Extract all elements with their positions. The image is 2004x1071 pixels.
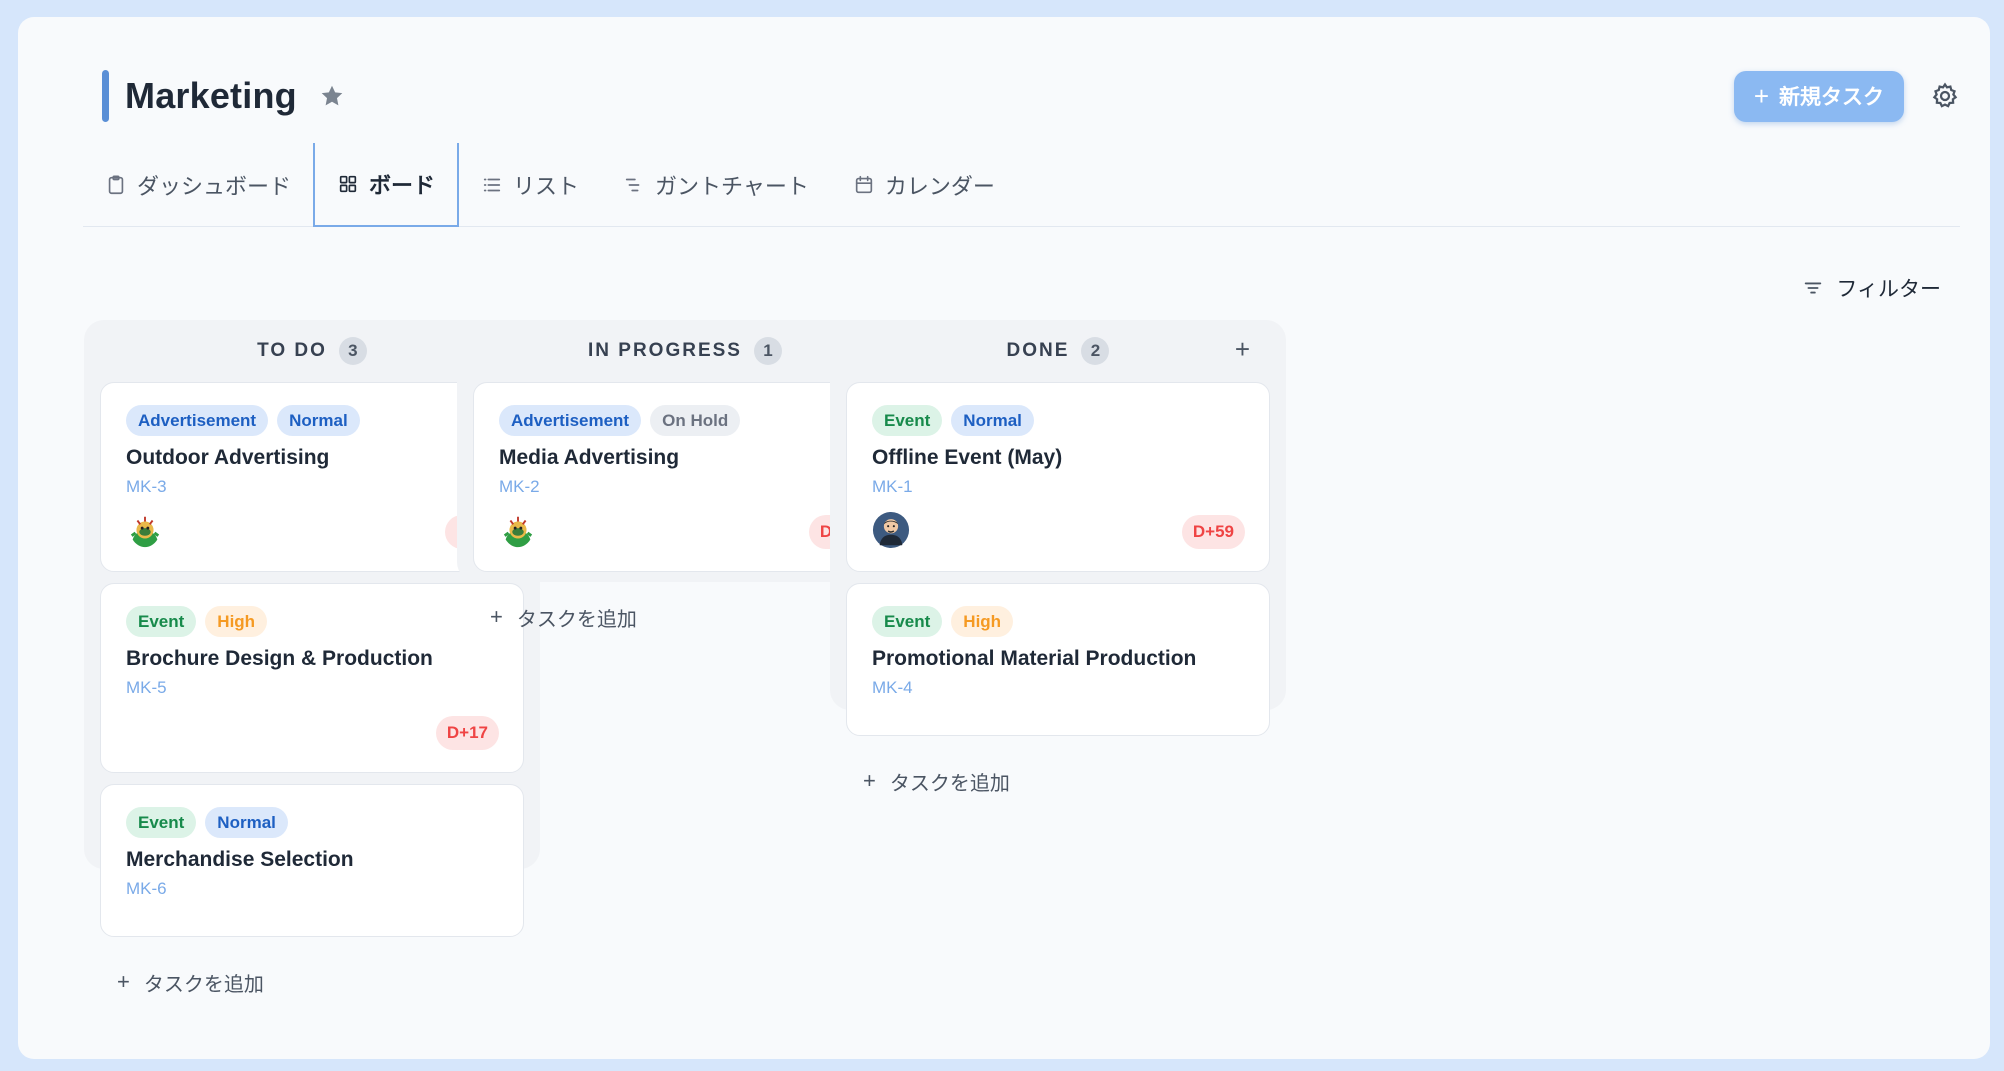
- tag-badge: Event: [126, 807, 197, 838]
- tab-calendar[interactable]: カレンダー: [831, 143, 1017, 226]
- tag-list: Event High: [872, 606, 1245, 637]
- tag-badge: High: [205, 606, 268, 637]
- filter-label: フィルター: [1836, 278, 1941, 301]
- tag-list: Event Normal: [872, 405, 1245, 436]
- list-icon: [483, 178, 501, 191]
- tag-badge: Event: [872, 405, 943, 436]
- column-title: TO DO: [257, 340, 327, 361]
- task-card[interactable]: Event Normal Merchandise Selection MK-6: [100, 784, 524, 937]
- column-add-button[interactable]: +: [1235, 334, 1252, 365]
- filter-icon: [1805, 282, 1822, 294]
- grid-icon: [339, 175, 357, 193]
- task-id: MK-5: [126, 678, 167, 697]
- column-title: IN PROGRESS: [588, 340, 742, 361]
- add-task-button[interactable]: + タスクを追加: [830, 747, 1286, 815]
- tag-badge: On Hold: [650, 405, 741, 436]
- add-task-label: タスクを追加: [516, 608, 637, 631]
- tab-gantt[interactable]: ガントチャート: [601, 143, 831, 226]
- plus-icon: +: [863, 768, 876, 793]
- tag-list: Advertisement Normal: [126, 405, 499, 436]
- filter-button[interactable]: フィルター: [1802, 273, 1941, 303]
- task-id: MK-6: [126, 879, 167, 898]
- plus-icon: +: [117, 969, 130, 994]
- user-avatar: [872, 511, 910, 549]
- clipboard-icon: [108, 174, 124, 194]
- tab-label: ダッシュボード: [137, 173, 292, 199]
- due-badge: D+17: [435, 716, 499, 750]
- tag-badge: Normal: [277, 405, 360, 436]
- tag-list: Advertisement On Hold: [499, 405, 872, 436]
- page-title: Marketing: [125, 75, 297, 116]
- tag-badge: Normal: [205, 807, 288, 838]
- gear-icon[interactable]: [1930, 81, 1960, 111]
- calendar-icon: [855, 175, 872, 193]
- page-header: Marketing + 新規タスク: [102, 56, 1960, 136]
- tag-badge: Event: [126, 606, 197, 637]
- due-badge: D+59: [1181, 515, 1245, 549]
- task-title: Offline Event (May): [872, 446, 1063, 469]
- new-task-label: 新規タスク: [1779, 86, 1884, 109]
- tag-list: Event High: [126, 606, 499, 637]
- tag-badge: Advertisement: [499, 405, 642, 436]
- column-count-badge: 2: [1081, 337, 1110, 365]
- add-task-label: タスクを追加: [143, 973, 264, 996]
- star-icon[interactable]: [319, 83, 345, 109]
- tab-list[interactable]: リスト: [459, 143, 601, 226]
- add-task-button[interactable]: + タスクを追加: [84, 948, 540, 1016]
- task-id: MK-4: [872, 678, 913, 697]
- task-id: MK-1: [872, 477, 913, 496]
- mascot-avatar: [126, 511, 164, 549]
- task-title: Merchandise Selection: [126, 848, 354, 871]
- task-title: Brochure Design & Production: [126, 647, 433, 670]
- task-title: Media Advertising: [499, 446, 680, 469]
- column-count-badge: 1: [753, 337, 782, 365]
- add-task-label: タスクを追加: [889, 772, 1010, 795]
- tab-label: リスト: [513, 173, 580, 199]
- column-count-badge: 3: [338, 337, 367, 365]
- task-title: Outdoor Advertising: [126, 446, 330, 469]
- task-title: Promotional Material Production: [872, 647, 1197, 670]
- tag-badge: Advertisement: [126, 405, 269, 436]
- tab-grid[interactable]: ボード: [313, 143, 460, 227]
- column-title: DONE: [1006, 340, 1070, 361]
- column-done: DONE 2 + Event Normal Offline Event (May) …: [830, 320, 1286, 795]
- task-id: MK-2: [499, 477, 540, 496]
- plus-icon: +: [1753, 81, 1769, 111]
- mascot-avatar: [499, 511, 537, 549]
- tab-label: ボード: [369, 173, 436, 198]
- column-header: DONE 2 +: [830, 320, 1286, 382]
- task-card[interactable]: Event Normal Offline Event (May) MK-1 D+59: [846, 382, 1270, 572]
- view-tabs: ダッシュボード ボード リスト ガントチャート カレンダー: [83, 143, 1960, 227]
- app-window: Marketing + 新規タスク ダッシュボード ボード リスト ガントチャート カレ…: [18, 17, 1990, 1059]
- tag-list: Event Normal: [126, 807, 499, 838]
- tab-label: カレンダー: [884, 173, 995, 199]
- title-accent-bar: [102, 70, 109, 122]
- new-task-button[interactable]: + 新規タスク: [1733, 70, 1904, 122]
- gantt-icon: [625, 178, 640, 191]
- tag-badge: Normal: [951, 405, 1034, 436]
- tag-badge: High: [951, 606, 1014, 637]
- tab-label: ガントチャート: [655, 173, 809, 199]
- task-id: MK-3: [126, 477, 167, 496]
- tab-clipboard[interactable]: ダッシュボード: [83, 143, 313, 226]
- plus-icon: +: [490, 604, 503, 629]
- tag-badge: Event: [872, 606, 943, 637]
- task-card[interactable]: Event High Promotional Material Production…: [846, 583, 1270, 736]
